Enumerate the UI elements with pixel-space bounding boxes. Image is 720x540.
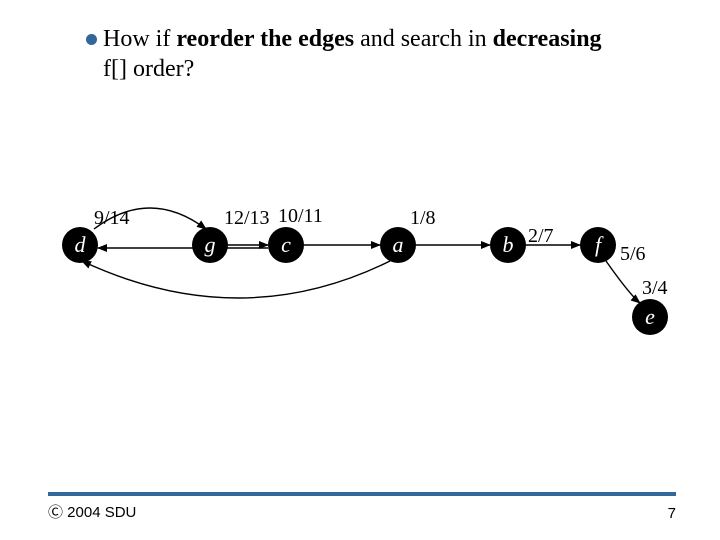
time-c: 10/11 — [278, 205, 323, 228]
time-f: 5/6 — [620, 243, 646, 266]
node-d: d — [62, 227, 98, 263]
node-c: c — [268, 227, 304, 263]
time-g: 12/13 — [224, 207, 270, 230]
time-b: 2/7 — [528, 225, 554, 248]
bullet-icon — [86, 34, 97, 45]
node-e: e — [632, 299, 668, 335]
node-d-label: d — [75, 232, 86, 258]
node-f-label: f — [595, 232, 601, 258]
question-line: How if reorder the edges and search in d… — [86, 24, 603, 84]
time-e: 3/4 — [642, 277, 668, 300]
graph-diagram: d 9/14 g 12/13 c 10/11 a 1/8 b 2/7 f 5/6… — [50, 195, 690, 365]
q-bold1: reorder the edges — [176, 26, 354, 52]
footer-divider — [48, 492, 676, 496]
q-bold2: decreasing — [493, 26, 602, 52]
node-b-label: b — [503, 232, 514, 258]
footer-page-number: 7 — [668, 505, 676, 522]
time-d: 9/14 — [94, 207, 130, 230]
footer-copyright: Ⓒ 2004 SDU — [48, 501, 136, 522]
q-prefix: How if — [103, 26, 176, 52]
node-c-label: c — [281, 232, 291, 258]
node-b: b — [490, 227, 526, 263]
node-f: f — [580, 227, 616, 263]
time-a: 1/8 — [410, 207, 436, 230]
node-g-label: g — [205, 232, 216, 258]
q-suffix: f[] order? — [103, 56, 194, 82]
question-text: How if reorder the edges and search in d… — [103, 24, 603, 84]
node-a: a — [380, 227, 416, 263]
node-a-label: a — [393, 232, 404, 258]
node-e-label: e — [645, 304, 655, 330]
graph-edges-svg — [50, 195, 690, 365]
q-mid: and search in — [354, 26, 493, 52]
node-g: g — [192, 227, 228, 263]
